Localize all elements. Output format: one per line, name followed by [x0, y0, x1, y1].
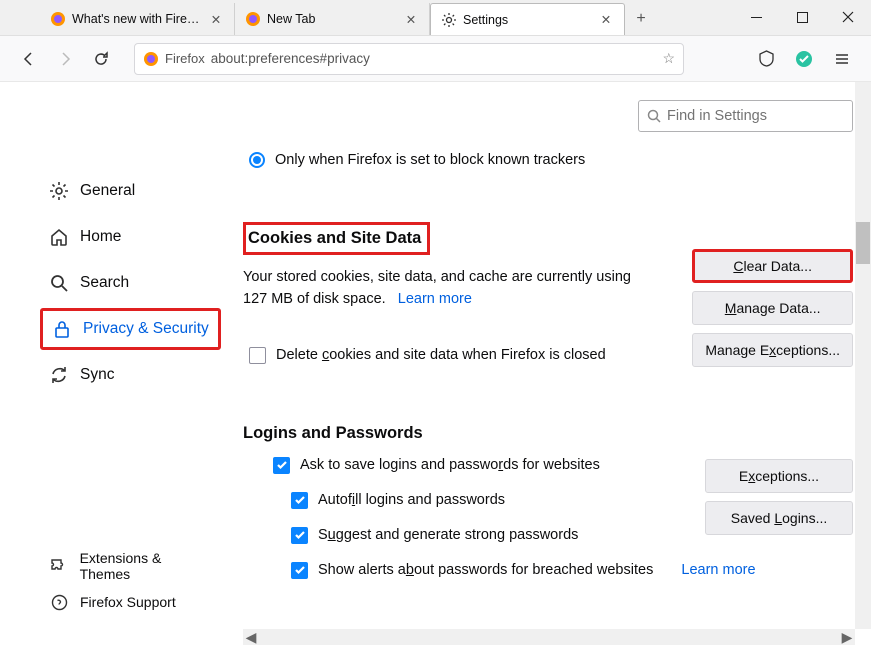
pocket-icon[interactable]: [751, 44, 781, 74]
clear-data-button[interactable]: Clear Data...: [692, 249, 853, 283]
scrollbar-thumb[interactable]: [856, 222, 870, 264]
scroll-left-icon[interactable]: ◀: [243, 629, 259, 645]
learn-more-link[interactable]: Learn more: [398, 291, 472, 307]
tab-whatsnew[interactable]: What's new with Firefox - M ✕: [40, 3, 235, 35]
checkbox-icon: [291, 562, 308, 579]
url-brand: Firefox: [165, 51, 205, 66]
back-button[interactable]: [14, 44, 44, 74]
firefox-icon: [143, 51, 159, 67]
sidebar-label: Sync: [80, 366, 114, 384]
sidebar-label: Home: [80, 228, 121, 246]
minimize-button[interactable]: [733, 0, 779, 35]
checkbox-icon: [249, 347, 266, 364]
sidebar-label: Search: [80, 274, 129, 292]
learn-more-link[interactable]: Learn more: [681, 562, 755, 578]
checkbox-label: Show alerts about passwords for breached…: [318, 562, 653, 578]
radio-block-trackers[interactable]: Only when Firefox is set to block known …: [249, 152, 843, 168]
find-in-settings-input[interactable]: Find in Settings: [638, 100, 853, 132]
close-icon[interactable]: ✕: [598, 12, 614, 28]
sidebar-item-privacy[interactable]: Privacy & Security: [40, 308, 221, 350]
sidebar-label: Firefox Support: [80, 594, 176, 610]
logins-heading: Logins and Passwords: [243, 424, 843, 443]
sidebar-label: General: [80, 182, 135, 200]
puzzle-icon: [48, 555, 70, 577]
sidebar-item-search[interactable]: Search: [40, 262, 221, 304]
vertical-scrollbar[interactable]: [855, 82, 871, 629]
search-placeholder: Find in Settings: [667, 108, 767, 124]
checkbox-label: Ask to save logins and passwords for web…: [300, 457, 600, 473]
manage-data-button[interactable]: Manage Data...: [692, 291, 853, 325]
firefox-icon: [50, 11, 66, 27]
settings-sidebar: General Home Search Privacy & Security S…: [0, 100, 243, 645]
window-controls: [733, 0, 871, 35]
checkbox-label: Delete cookies and site data when Firefo…: [276, 347, 606, 363]
checkbox-label: Autofill logins and passwords: [318, 492, 505, 508]
close-window-button[interactable]: [825, 0, 871, 35]
tab-label: New Tab: [267, 12, 397, 26]
scroll-right-icon[interactable]: ▶: [839, 629, 855, 645]
title-bar: What's new with Firefox - M ✕ New Tab ✕ …: [0, 0, 871, 36]
menu-icon[interactable]: [827, 44, 857, 74]
sidebar-item-support[interactable]: Firefox Support: [40, 585, 221, 619]
settings-main: Find in Settings Only when Firefox is se…: [243, 100, 871, 645]
account-icon[interactable]: [789, 44, 819, 74]
reload-button[interactable]: [86, 44, 116, 74]
sidebar-label: Privacy & Security: [83, 320, 209, 338]
bookmark-star-icon[interactable]: ☆: [662, 50, 675, 67]
radio-icon: [249, 152, 265, 168]
url-bar[interactable]: Firefox about:preferences#privacy ☆: [134, 43, 684, 75]
sidebar-label: Extensions & Themes: [80, 550, 213, 582]
new-tab-button[interactable]: +: [625, 3, 657, 35]
forward-button[interactable]: [50, 44, 80, 74]
radio-label: Only when Firefox is set to block known …: [275, 152, 585, 168]
close-icon[interactable]: ✕: [208, 11, 224, 27]
sidebar-item-general[interactable]: General: [40, 170, 221, 212]
tab-label: What's new with Firefox - M: [72, 12, 202, 26]
checkbox-icon: [273, 457, 290, 474]
maximize-button[interactable]: [779, 0, 825, 35]
nav-toolbar: Firefox about:preferences#privacy ☆: [0, 36, 871, 82]
lock-icon: [51, 318, 73, 340]
sync-icon: [48, 364, 70, 386]
tab-settings[interactable]: Settings ✕: [430, 3, 625, 35]
breach-alerts-checkbox[interactable]: Show alerts about passwords for breached…: [291, 562, 843, 579]
search-icon: [48, 272, 70, 294]
close-icon[interactable]: ✕: [403, 11, 419, 27]
exceptions-button[interactable]: Exceptions...: [705, 459, 853, 493]
saved-logins-button[interactable]: Saved Logins...: [705, 501, 853, 535]
help-icon: [48, 591, 70, 613]
checkbox-icon: [291, 492, 308, 509]
checkbox-label: Suggest and generate strong passwords: [318, 527, 578, 543]
checkbox-icon: [291, 527, 308, 544]
sidebar-item-extensions[interactable]: Extensions & Themes: [40, 549, 221, 583]
sidebar-item-home[interactable]: Home: [40, 216, 221, 258]
home-icon: [48, 226, 70, 248]
cookies-desc: Your stored cookies, site data, and cach…: [243, 266, 683, 311]
horizontal-scrollbar[interactable]: ◀▶: [243, 629, 855, 645]
gear-icon: [48, 180, 70, 202]
tab-strip: What's new with Firefox - M ✕ New Tab ✕ …: [40, 3, 657, 35]
url-text: about:preferences#privacy: [211, 51, 657, 66]
manage-exceptions-button[interactable]: Manage Exceptions...: [692, 333, 853, 367]
sidebar-item-sync[interactable]: Sync: [40, 354, 221, 396]
tab-newtab[interactable]: New Tab ✕: [235, 3, 430, 35]
tab-label: Settings: [463, 13, 592, 27]
settings-content: General Home Search Privacy & Security S…: [0, 82, 871, 645]
search-icon: [647, 109, 661, 123]
gear-icon: [441, 12, 457, 28]
cookies-heading: Cookies and Site Data: [243, 222, 430, 255]
firefox-icon: [245, 11, 261, 27]
